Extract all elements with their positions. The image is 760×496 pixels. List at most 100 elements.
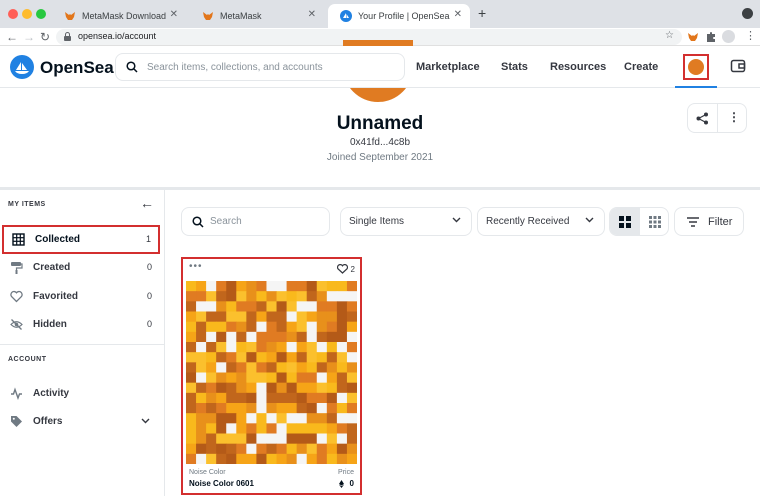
nft-image[interactable] [186,281,357,464]
activity-icon [11,387,22,400]
noise-pixel [336,382,348,394]
search-icon [192,216,204,228]
account-avatar-button[interactable] [683,54,709,80]
noise-pixel [286,453,298,464]
noise-pixel [316,321,328,333]
sidebar-item-offers[interactable]: Offers [0,407,164,436]
noise-pixel [316,372,328,384]
noise-pixel [276,453,288,464]
global-search-input[interactable]: Search items, collections, and accounts [115,53,405,81]
sort-value: Recently Received [486,216,570,227]
noise-pixel [266,342,278,353]
noise-pixel [206,301,217,312]
sidebar-item-hidden[interactable]: Hidden 0 [0,310,164,339]
favorite-heart-icon[interactable] [337,264,348,274]
tab-your-profile[interactable]: Your Profile | OpenSea ✕ [328,4,470,28]
noise-pixel [336,403,348,414]
small-grid-icon [649,216,661,228]
noise-pixel [236,372,247,384]
nav-create[interactable]: Create [624,61,658,73]
noise-pixel [216,443,227,455]
browser-menu-icon[interactable]: ⋮ [745,29,756,42]
noise-pixel [246,352,257,363]
close-tab-icon[interactable]: ✕ [454,9,462,20]
noise-pixel [226,423,237,434]
noise-pixel [196,331,207,343]
noise-pixel [306,423,318,434]
reload-icon[interactable]: ↻ [40,29,50,45]
filter-label: Filter [708,216,733,228]
sidebar-item-label: Offers [33,416,63,427]
noise-pixel [236,301,247,312]
noise-pixel [186,382,197,394]
noise-pixel [196,372,207,384]
sidebar-item-created[interactable]: Created 0 [0,253,164,282]
noise-pixel [286,352,298,363]
close-tab-icon[interactable]: ✕ [308,9,316,20]
tab-metamask-download[interactable]: MetaMask Download ✕ [52,4,186,28]
noise-pixel [316,403,328,414]
noise-pixel [266,392,278,404]
sidebar-item-count: 0 [146,262,152,272]
noise-pixel [246,331,257,343]
filter-button[interactable]: Filter [674,207,744,236]
wallet-icon[interactable] [730,58,746,74]
price-label: Price [338,469,354,476]
metamask-extension-icon[interactable] [687,31,699,43]
wallet-address[interactable]: 0x41fd...4c8b [0,137,760,148]
bookmark-star-icon[interactable]: ☆ [665,30,674,41]
nft-collection-name[interactable]: Noise Color [189,469,226,476]
tab-metamask[interactable]: MetaMask ✕ [190,4,324,28]
noise-pixel [326,453,338,464]
share-icon[interactable] [696,112,709,125]
noise-pixel [296,453,308,464]
extensions-puzzle-icon[interactable] [705,31,717,43]
items-search-input[interactable]: Search [181,207,330,236]
nft-name[interactable]: Noise Color 0601 [189,479,254,488]
noise-pixel [286,443,298,455]
nav-marketplace[interactable]: Marketplace [416,61,480,73]
noise-pixel [256,392,267,404]
noise-pixel [286,403,298,414]
noise-pixel [186,453,197,464]
browser-tab-bar: MetaMask Download ✕ MetaMask ✕ Your Prof… [0,0,760,28]
noise-pixel [216,301,227,312]
item-type-select[interactable]: Single Items [340,207,472,236]
noise-pixel [276,372,288,384]
noise-pixel [196,413,207,424]
sidebar-item-favorited[interactable]: Favorited 0 [0,282,164,311]
noise-pixel [296,382,308,394]
nft-card[interactable]: ••• 2 Noise Color Noise Color 0601 Price… [181,257,362,495]
sidebar-item-activity[interactable]: Activity [0,379,164,408]
noise-pixel [256,342,267,353]
close-window-button[interactable] [8,9,18,19]
collapse-sidebar-icon[interactable]: ← [140,195,154,211]
card-more-options-icon[interactable]: ••• [189,261,203,272]
brand-name[interactable]: OpenSea [40,58,114,78]
browser-profile-avatar[interactable] [722,30,735,43]
noise-pixel [286,342,298,353]
forward-icon[interactable]: → [23,29,35,45]
new-tab-icon[interactable]: + [478,5,486,21]
sidebar-item-collected[interactable]: Collected 1 [2,225,160,254]
noise-pixel [236,423,247,434]
nav-stats[interactable]: Stats [501,61,528,73]
tab-title: MetaMask [220,11,262,21]
maximize-window-button[interactable] [36,9,46,19]
tab-search-icon[interactable] [742,8,753,19]
minimize-window-button[interactable] [22,9,32,19]
noise-pixel [336,453,348,464]
back-icon[interactable]: ← [6,29,18,45]
nav-resources[interactable]: Resources [550,61,606,73]
large-grid-view-button[interactable] [610,208,640,235]
noise-pixel [236,413,247,424]
sort-select[interactable]: Recently Received [477,207,605,236]
noise-pixel [196,403,207,414]
more-options-icon[interactable]: ⋮ [728,110,740,124]
noise-pixel [246,433,257,445]
opensea-logo-icon[interactable] [10,55,34,79]
sidebar-item-label: Collected [35,234,81,245]
close-tab-icon[interactable]: ✕ [170,9,178,20]
small-grid-view-button[interactable] [640,208,668,235]
noise-pixel [316,311,328,323]
